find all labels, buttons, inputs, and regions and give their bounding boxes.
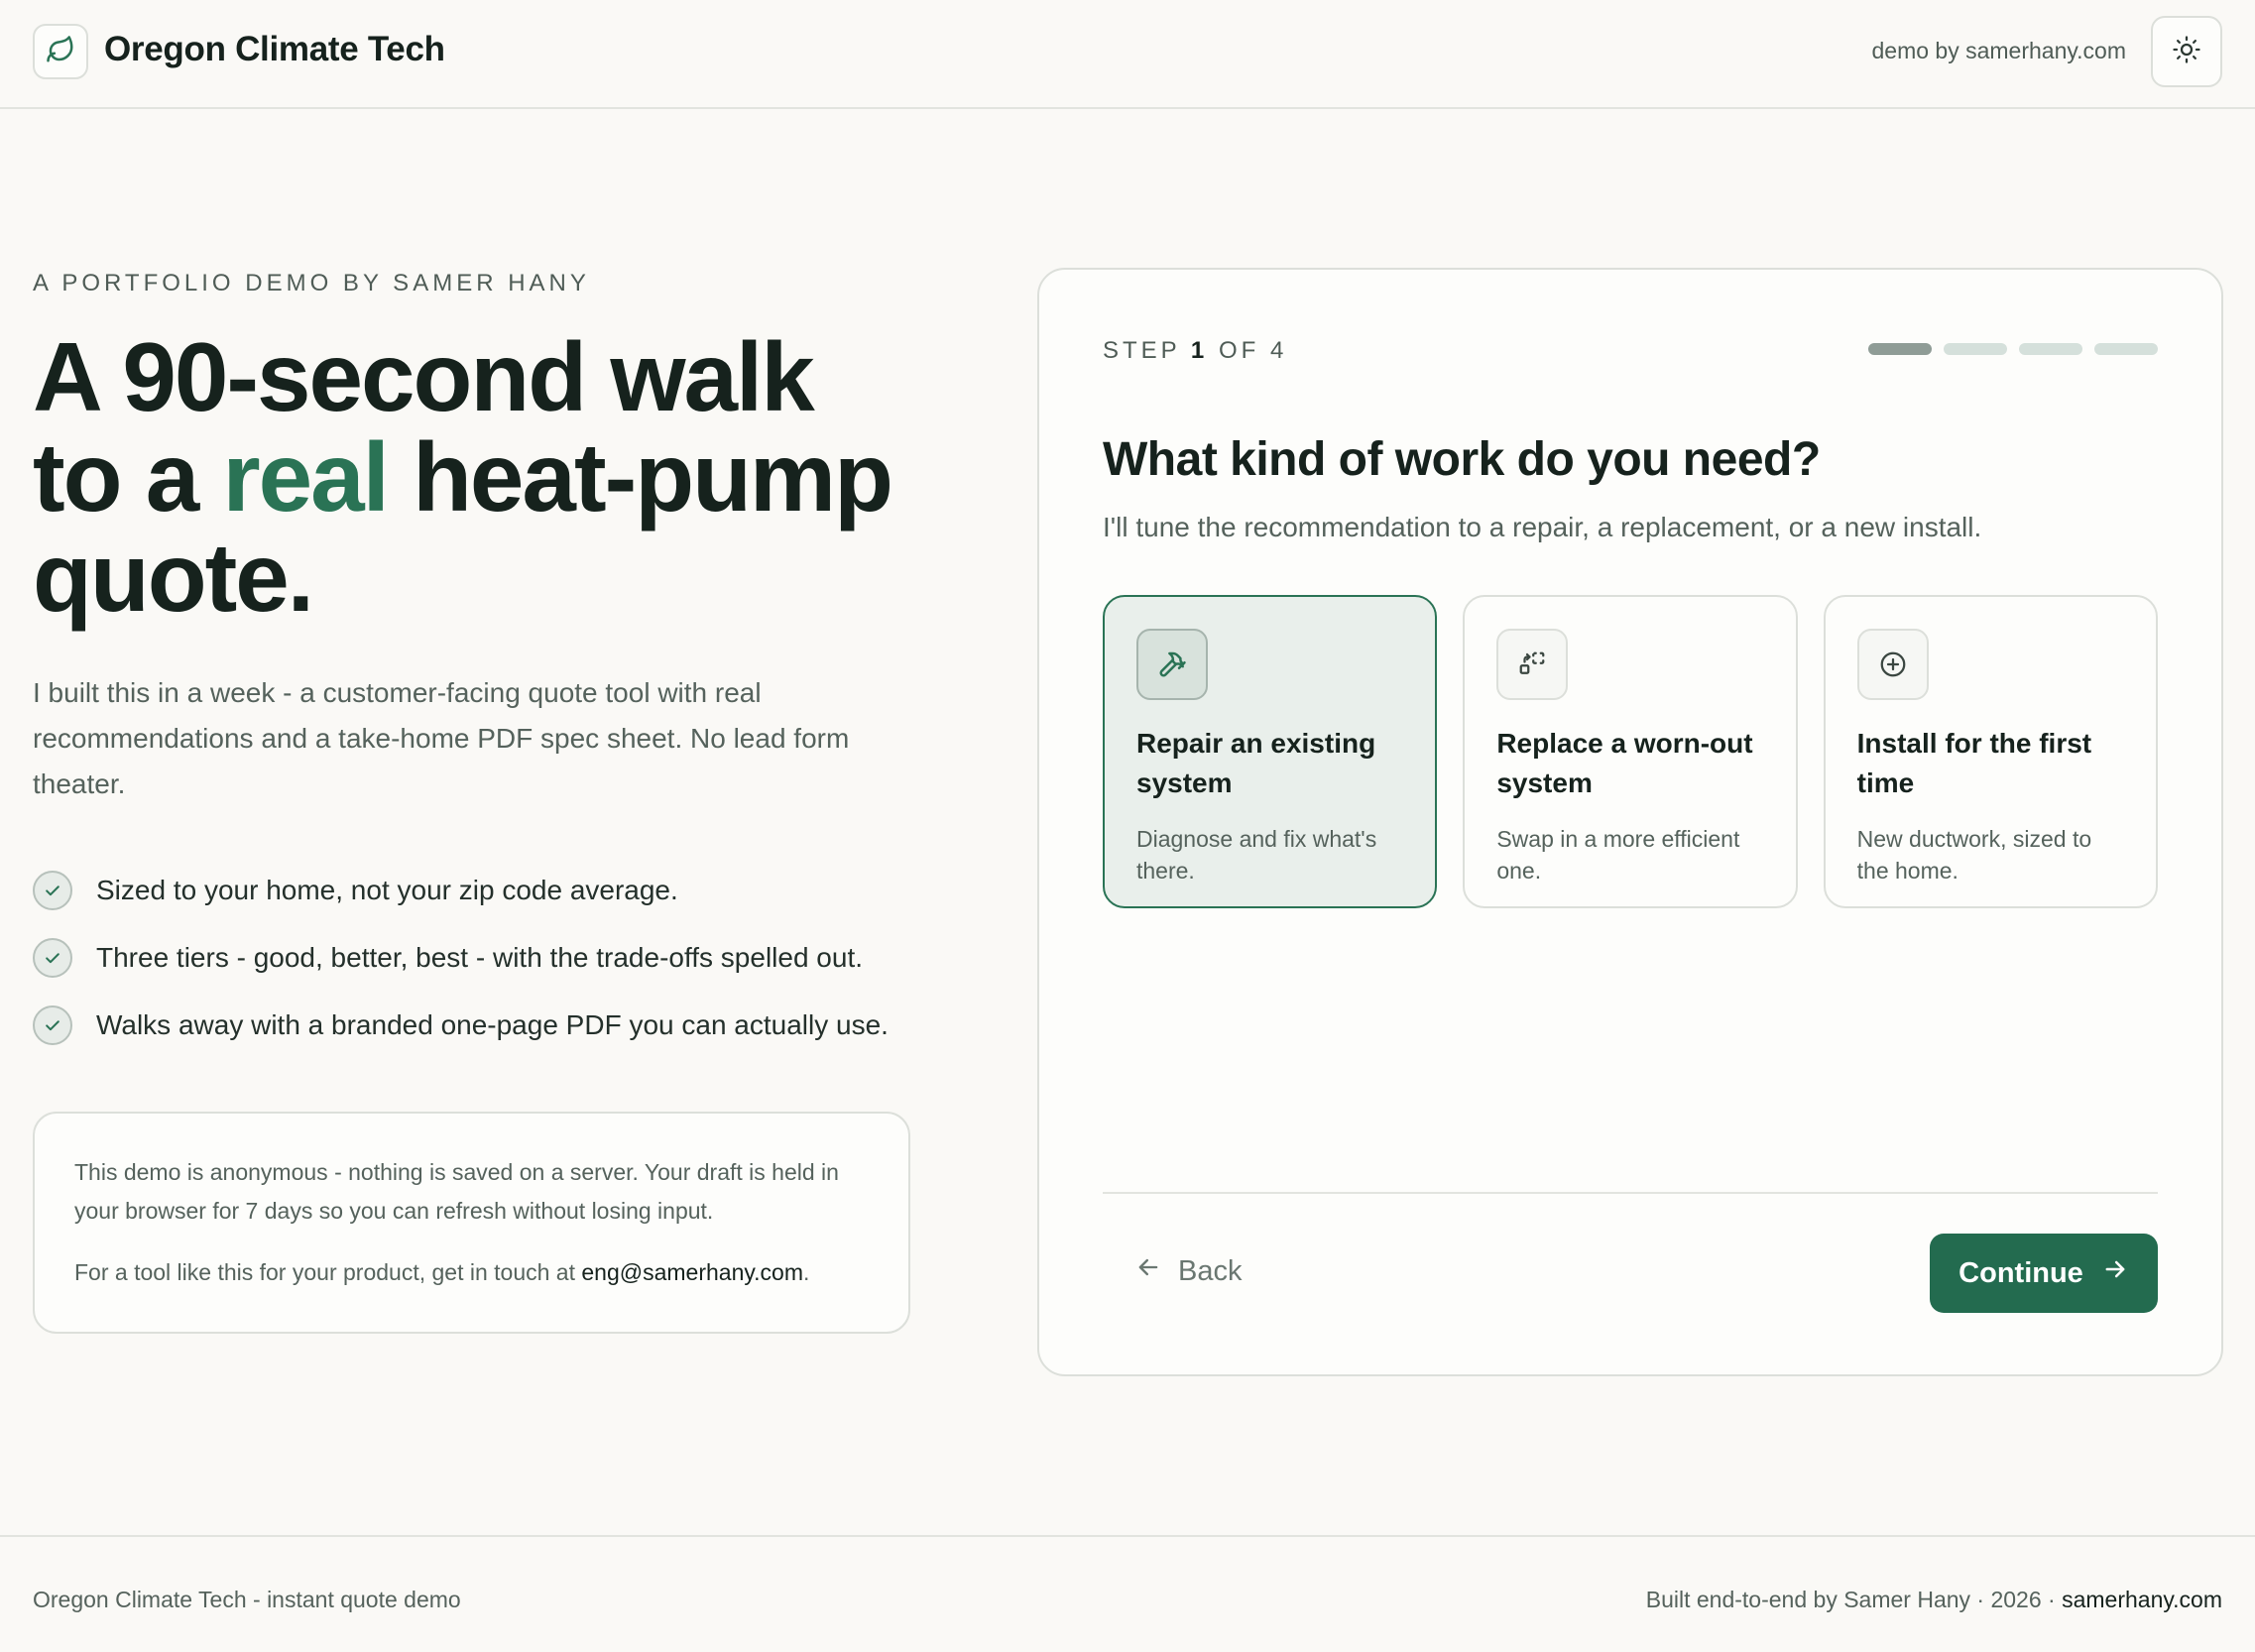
portfolio-link[interactable]: demo by samerhany.com xyxy=(1871,38,2126,64)
option-description: Diagnose and fix what's there. xyxy=(1136,826,1377,884)
feature-item: Walks away with a branded one-page PDF y… xyxy=(33,1005,945,1045)
progress-segment xyxy=(1944,343,2007,355)
brand-name[interactable]: Oregon Climate Tech xyxy=(104,30,445,69)
hero-subtitle: I built this in a week - a customer-faci… xyxy=(33,677,850,799)
feature-item: Sized to your home, not your zip code av… xyxy=(33,871,945,910)
step-progress-bar xyxy=(1868,343,2158,355)
back-label: Back xyxy=(1178,1254,1243,1287)
swap-icon xyxy=(1496,629,1569,700)
sun-icon xyxy=(2172,35,2201,69)
site-header: Oregon Climate Tech demo by samerhany.co… xyxy=(0,0,2255,109)
feature-list: Sized to your home, not your zip code av… xyxy=(33,871,945,1073)
privacy-note: This demo is anonymous - nothing is save… xyxy=(74,1159,839,1224)
continue-button[interactable]: Continue xyxy=(1930,1234,2158,1313)
eyebrow: A PORTFOLIO DEMO BY SAMER HANY xyxy=(33,270,590,296)
option-description: Swap in a more efficient one. xyxy=(1496,826,1740,884)
continue-label: Continue xyxy=(1958,1256,2083,1289)
option-title: Repair an existing system xyxy=(1136,728,1376,798)
contact-suffix: . xyxy=(803,1259,810,1285)
footer-tagline: Oregon Climate Tech - instant quote demo xyxy=(33,1587,461,1612)
divider xyxy=(1103,1192,2158,1194)
contact-email-link[interactable]: eng@samerhany.com xyxy=(581,1259,803,1285)
progress-segment xyxy=(1868,343,1932,355)
question-helper: I'll tune the recommendation to a repair… xyxy=(1103,512,1982,542)
footer-credit: Built end-to-end by Samer Hany · 2026 · … xyxy=(1646,1587,2222,1613)
quote-wizard-card: STEP 1 OF 4 What kind of work do you nee… xyxy=(1037,268,2223,1376)
check-icon xyxy=(33,938,72,978)
back-button[interactable]: Back xyxy=(1134,1241,1242,1301)
option-repair[interactable]: Repair an existing system Diagnose and f… xyxy=(1103,595,1438,908)
page-title: A 90-second walk to a real heat-pump quo… xyxy=(33,327,925,628)
hammer-icon xyxy=(1136,629,1208,700)
theme-toggle-button[interactable] xyxy=(2151,16,2222,87)
arrow-left-icon xyxy=(1134,1253,1162,1289)
option-title: Replace a worn-out system xyxy=(1496,728,1753,798)
title-accent: real xyxy=(222,422,389,531)
feature-item: Three tiers - good, better, best - with … xyxy=(33,938,945,978)
leaf-icon xyxy=(46,35,75,69)
footer-site-link[interactable]: samerhany.com xyxy=(2062,1587,2222,1612)
step-of: OF xyxy=(1218,337,1260,364)
site-footer: Oregon Climate Tech - instant quote demo… xyxy=(0,1535,2255,1652)
footer-credit-text: Built end-to-end by Samer Hany · 2026 · xyxy=(1645,1587,2063,1612)
question-title: What kind of work do you need? xyxy=(1103,433,1821,486)
option-install[interactable]: Install for the first time New ductwork,… xyxy=(1823,595,2158,908)
feature-text: Three tiers - good, better, best - with … xyxy=(96,942,864,973)
contact-prefix: For a tool like this for your product, g… xyxy=(74,1259,582,1285)
check-icon xyxy=(33,1005,72,1045)
logo[interactable] xyxy=(33,24,88,79)
option-description: New ductwork, sized to the home. xyxy=(1856,826,2092,884)
progress-segment xyxy=(2094,343,2158,355)
option-title: Install for the first time xyxy=(1856,728,2092,798)
option-replace[interactable]: Replace a worn-out system Swap in a more… xyxy=(1463,595,1798,908)
contact-note: For a tool like this for your product, g… xyxy=(74,1253,869,1292)
plus-circle-icon xyxy=(1856,629,1929,700)
privacy-note-card: This demo is anonymous - nothing is save… xyxy=(33,1112,910,1334)
arrow-right-icon xyxy=(2101,1255,2129,1291)
step-total: 4 xyxy=(1269,337,1288,364)
work-type-options: Repair an existing system Diagnose and f… xyxy=(1103,595,2158,908)
step-word: STEP xyxy=(1103,337,1181,364)
progress-segment xyxy=(2019,343,2082,355)
step-current: 1 xyxy=(1190,337,1209,364)
check-icon xyxy=(33,871,72,910)
feature-text: Walks away with a branded one-page PDF y… xyxy=(96,1009,889,1040)
feature-text: Sized to your home, not your zip code av… xyxy=(96,875,678,905)
step-indicator: STEP 1 OF 4 xyxy=(1103,337,1287,365)
